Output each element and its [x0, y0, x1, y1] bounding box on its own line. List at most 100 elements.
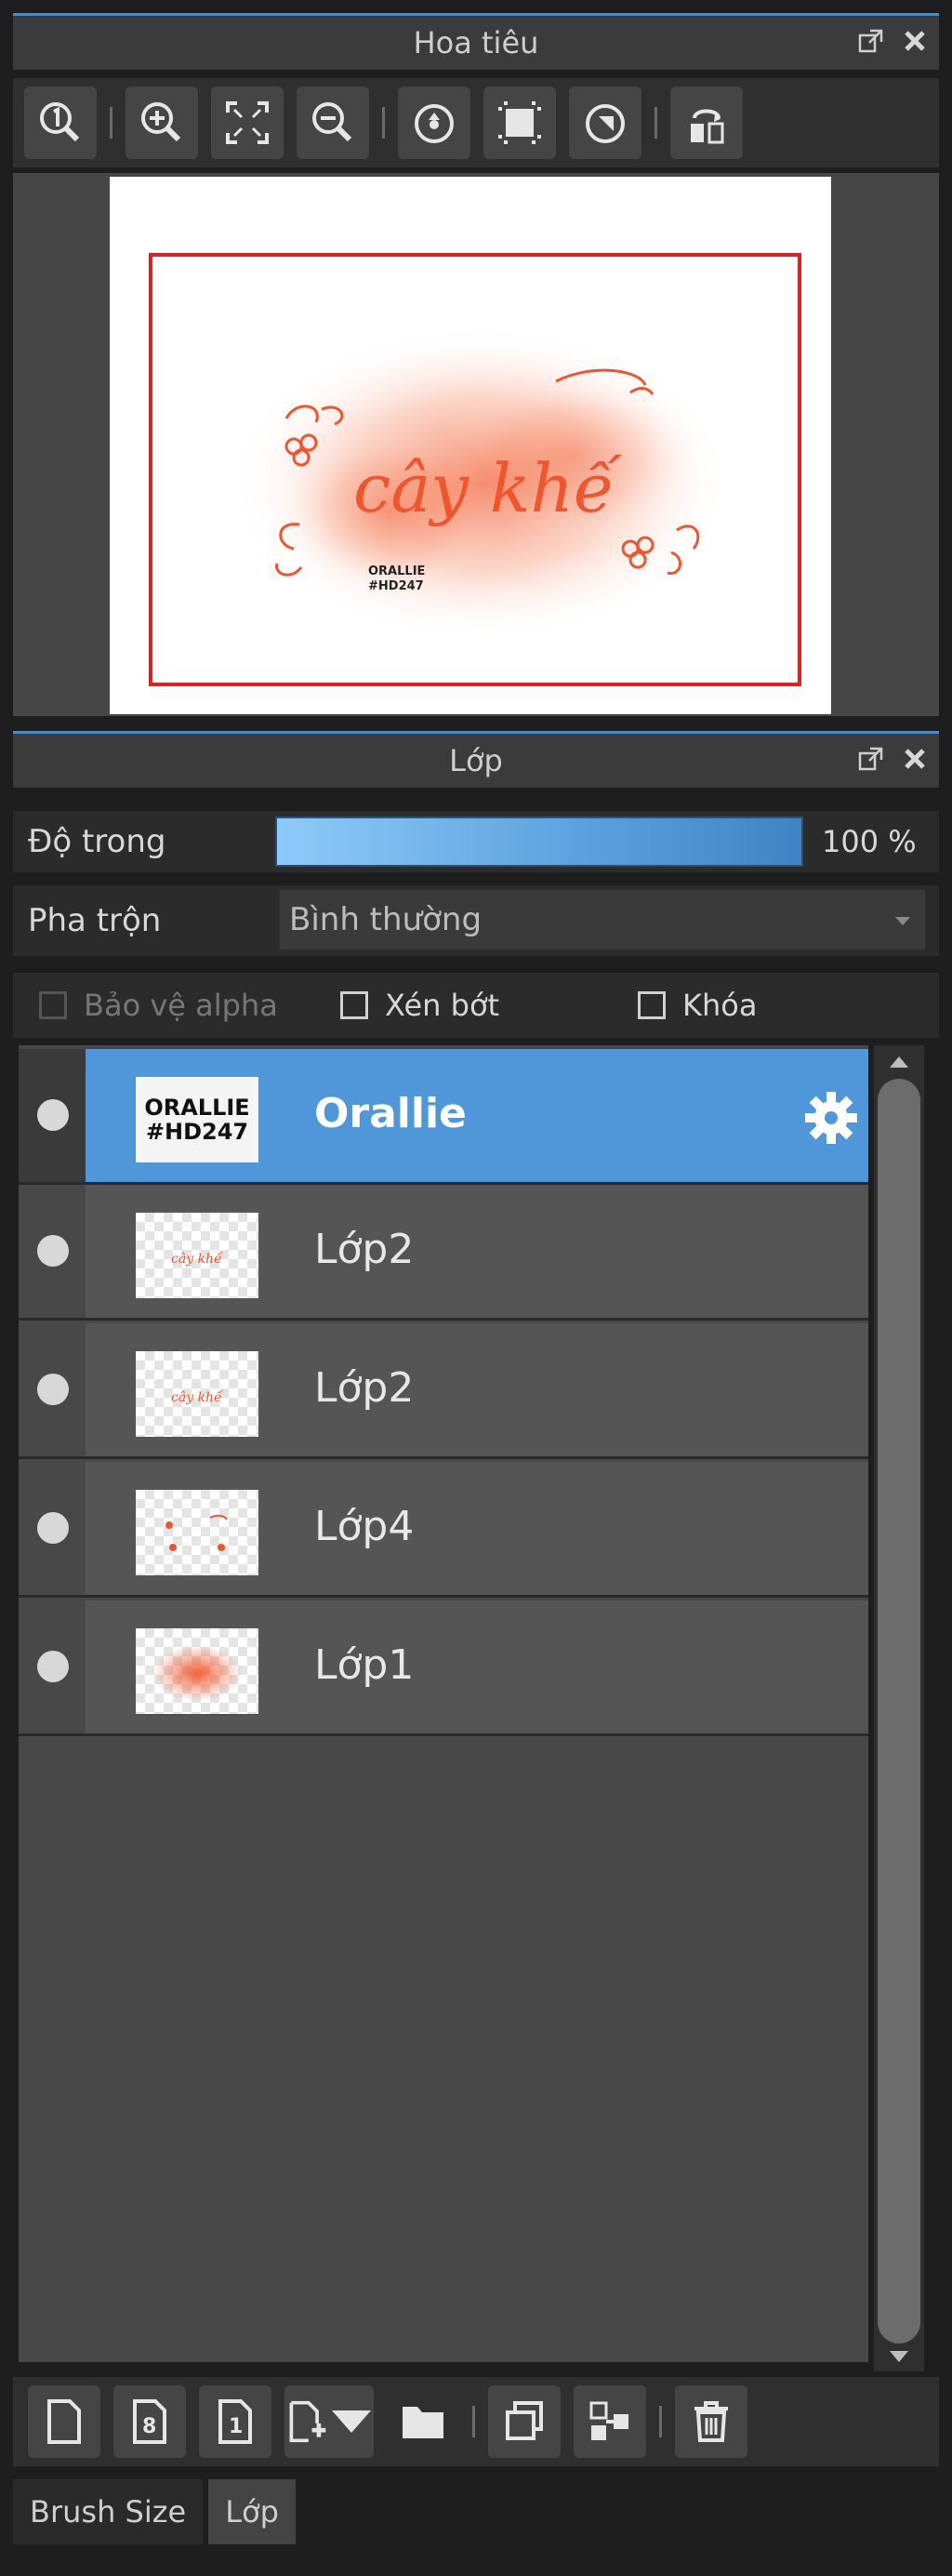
checkbox-box: [638, 991, 666, 1019]
layer-thumbnail: cây khế: [136, 1213, 258, 1298]
layer-row-lop4[interactable]: Lớp4: [19, 1462, 868, 1598]
thumb-art: cây khế: [171, 1251, 224, 1267]
new-8bit-layer-button[interactable]: 8: [113, 2385, 186, 2458]
thumb-text-2: #HD247: [145, 1119, 249, 1145]
layer-name: Orallie: [314, 1090, 467, 1137]
visibility-toggle[interactable]: [37, 1651, 69, 1682]
svg-text:1: 1: [229, 2415, 243, 2438]
tab-layer[interactable]: Lớp: [208, 2479, 296, 2544]
layer-options-row: Bảo vệ alpha Xén bớt Khóa: [13, 973, 939, 1038]
merge-down-button[interactable]: [574, 2385, 646, 2458]
zoom-actual-button[interactable]: [24, 86, 97, 159]
layer-row-lop1[interactable]: Lớp1: [19, 1600, 868, 1736]
scroll-thumb[interactable]: [878, 1079, 920, 2344]
canvas-thumbnail: cây khế ORALLIE #HD247: [110, 177, 831, 714]
folder-icon: [403, 2407, 443, 2438]
lock-checkbox[interactable]: Khóa: [638, 988, 757, 1023]
viewport-rectangle[interactable]: [149, 253, 801, 686]
reset-view-icon: [498, 101, 541, 144]
navigator-header: Hoa tiêu: [13, 13, 939, 70]
opacity-slider[interactable]: [275, 817, 803, 867]
add-layer-menu-button[interactable]: [284, 2385, 374, 2458]
flip-icon: [691, 109, 724, 144]
new-1bit-layer-button[interactable]: 1: [199, 2385, 271, 2458]
layer-thumbnail: ORALLIE #HD247: [136, 1077, 258, 1162]
chevron-down-icon: [895, 917, 910, 925]
layer-toolbar: 8 1: [13, 2377, 939, 2466]
navigator-title: Hoa tiêu: [413, 25, 539, 60]
gear-icon[interactable]: [801, 1088, 861, 1148]
thumb-art: [152, 1645, 242, 1701]
thumb-art: cây khế: [171, 1389, 224, 1405]
new-folder-button[interactable]: [387, 2385, 459, 2458]
rotate-right-button[interactable]: [569, 86, 641, 159]
checkbox-box: [340, 991, 368, 1019]
close-icon[interactable]: [902, 28, 928, 54]
clip-label: Xén bớt: [385, 988, 500, 1023]
visibility-toggle[interactable]: [37, 1512, 69, 1544]
zoom-out-button[interactable]: [297, 86, 369, 159]
layer-thumbnail: cây khế: [136, 1351, 258, 1437]
svg-text:cây khế: cây khế: [171, 1389, 224, 1405]
visibility-toggle[interactable]: [37, 1099, 69, 1131]
panel-tabs: Brush Size Lớp: [13, 2474, 939, 2548]
fit-screen-icon: [226, 101, 269, 144]
layer-thumbnail: [136, 1490, 258, 1575]
popout-icon[interactable]: [857, 27, 885, 55]
navigator-toolbar: [13, 78, 939, 167]
visibility-toggle[interactable]: [37, 1374, 69, 1405]
lock-label: Khóa: [682, 988, 758, 1023]
layer-name: Lớp4: [314, 1503, 415, 1550]
rotate-left-button[interactable]: [398, 86, 470, 159]
layer-scrollbar[interactable]: [874, 1045, 924, 2371]
blend-row: Pha trộn Bình thường: [13, 885, 939, 956]
new-layer-button[interactable]: [28, 2385, 100, 2458]
delete-layer-button[interactable]: [675, 2385, 747, 2458]
clip-checkbox[interactable]: Xén bớt: [340, 988, 499, 1023]
protect-alpha-checkbox[interactable]: Bảo vệ alpha: [39, 988, 278, 1023]
rotate-right-icon: [586, 104, 625, 143]
layer-row-lop2-a[interactable]: cây khế Lớp2: [19, 1185, 868, 1321]
svg-text:cây khế: cây khế: [171, 1251, 224, 1267]
layer-panel-title: Lớp: [449, 743, 503, 778]
scroll-down-icon[interactable]: [874, 2344, 924, 2371]
chevron-down-icon: [332, 2410, 371, 2433]
tab-brush-size[interactable]: Brush Size: [13, 2479, 204, 2544]
thumb-art: [165, 1514, 228, 1551]
rotate-left-icon: [415, 104, 454, 143]
merge-icon: [589, 2401, 628, 2440]
popout-icon[interactable]: [857, 745, 885, 773]
zoom-in-icon: [141, 102, 181, 142]
layer-row-orallie[interactable]: ORALLIE #HD247 Orallie: [19, 1049, 868, 1185]
layer-header: Lớp: [13, 731, 939, 788]
zoom-in-button[interactable]: [126, 86, 198, 159]
duplicate-layer-button[interactable]: [488, 2385, 561, 2458]
layer-name: Lớp2: [314, 1364, 415, 1412]
layer-1bit-icon: 1: [218, 2399, 252, 2444]
opacity-row: Độ trong 100 %: [13, 811, 939, 872]
visibility-toggle[interactable]: [37, 1235, 69, 1267]
thumb-text-1: ORALLIE: [144, 1095, 250, 1121]
flip-horizontal-button[interactable]: [670, 86, 743, 159]
scroll-up-icon[interactable]: [874, 1047, 924, 1075]
add-layer-icon: [289, 2400, 326, 2443]
layer-list: ORALLIE #HD247 Orallie cây khế Lớp2 cây …: [19, 1045, 868, 2362]
layer-name: Lớp2: [314, 1226, 415, 1273]
protect-alpha-label: Bảo vệ alpha: [84, 988, 278, 1023]
navigator-preview[interactable]: cây khế ORALLIE #HD247: [13, 173, 939, 716]
opacity-value: 100 %: [822, 824, 917, 859]
opacity-label: Độ trong: [28, 823, 166, 860]
reset-view-button[interactable]: [483, 86, 556, 159]
svg-text:8: 8: [142, 2415, 156, 2438]
zoom-one-icon: [40, 102, 80, 142]
new-page-icon: [47, 2399, 81, 2444]
blend-mode-select[interactable]: Bình thường: [279, 889, 926, 950]
duplicate-icon: [506, 2401, 543, 2440]
layer-8bit-icon: 8: [133, 2399, 166, 2444]
layer-name: Lớp1: [314, 1641, 415, 1689]
layer-row-lop2-b[interactable]: cây khế Lớp2: [19, 1323, 868, 1459]
blend-label: Pha trộn: [28, 902, 162, 939]
close-icon[interactable]: [902, 746, 928, 772]
fit-screen-button[interactable]: [211, 86, 284, 159]
checkbox-box: [39, 991, 67, 1019]
